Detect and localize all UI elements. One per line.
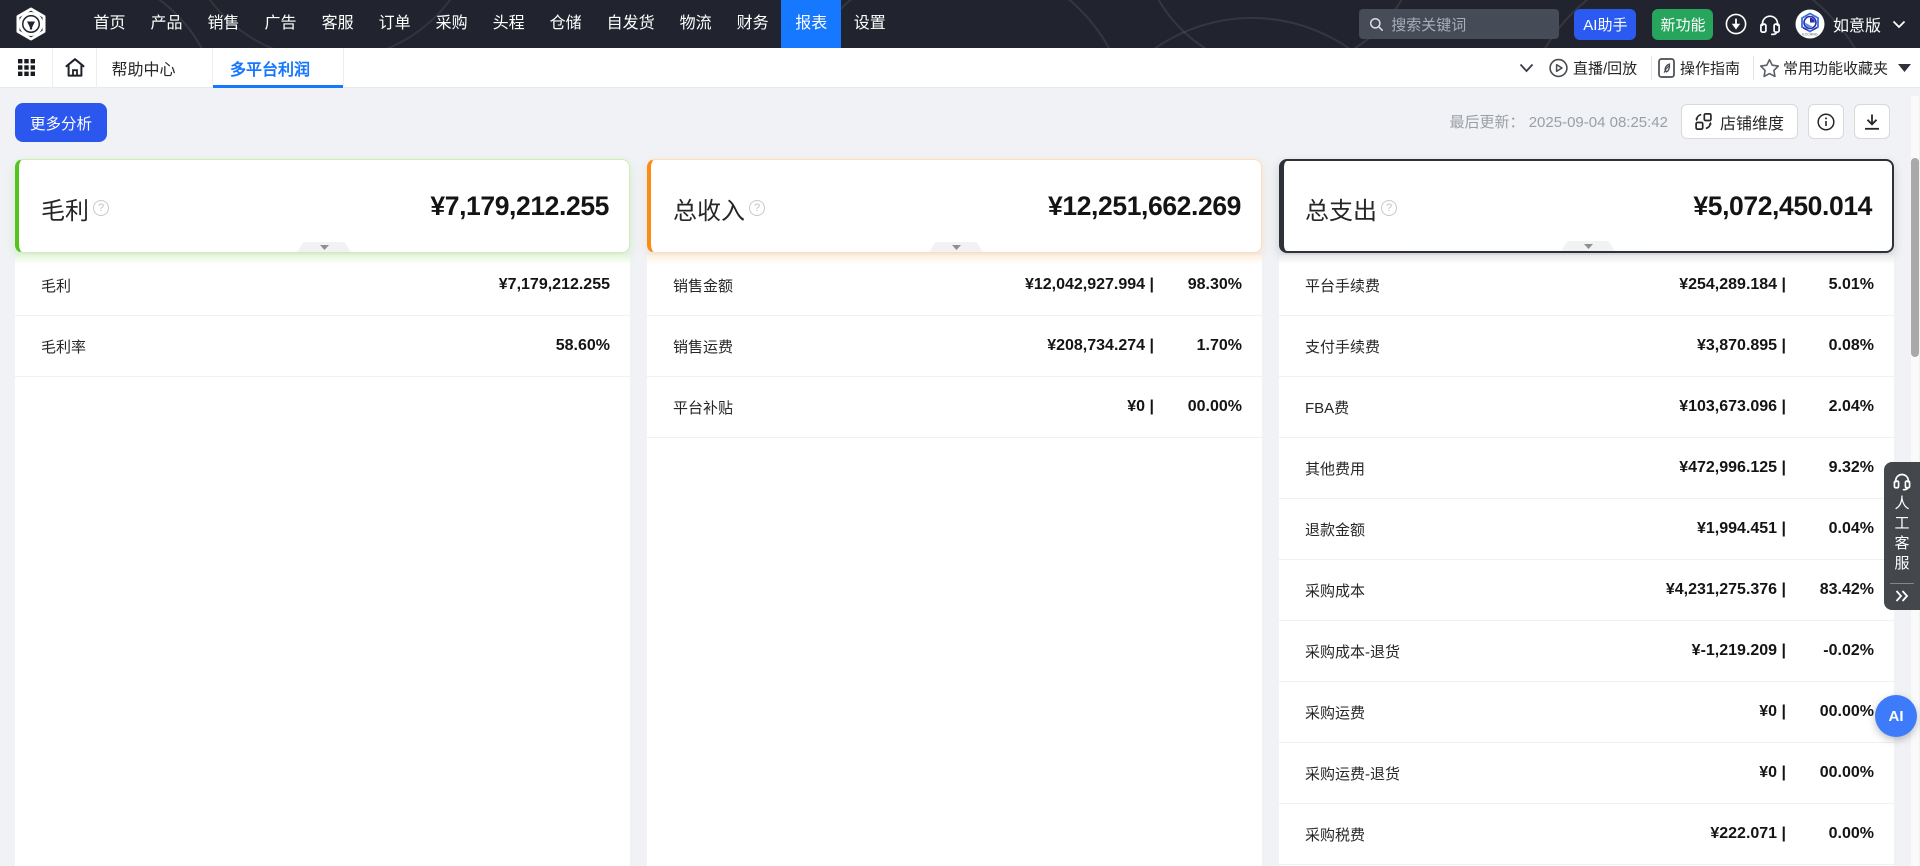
svg-text:ECCANG: ECCANG bbox=[1802, 33, 1818, 37]
